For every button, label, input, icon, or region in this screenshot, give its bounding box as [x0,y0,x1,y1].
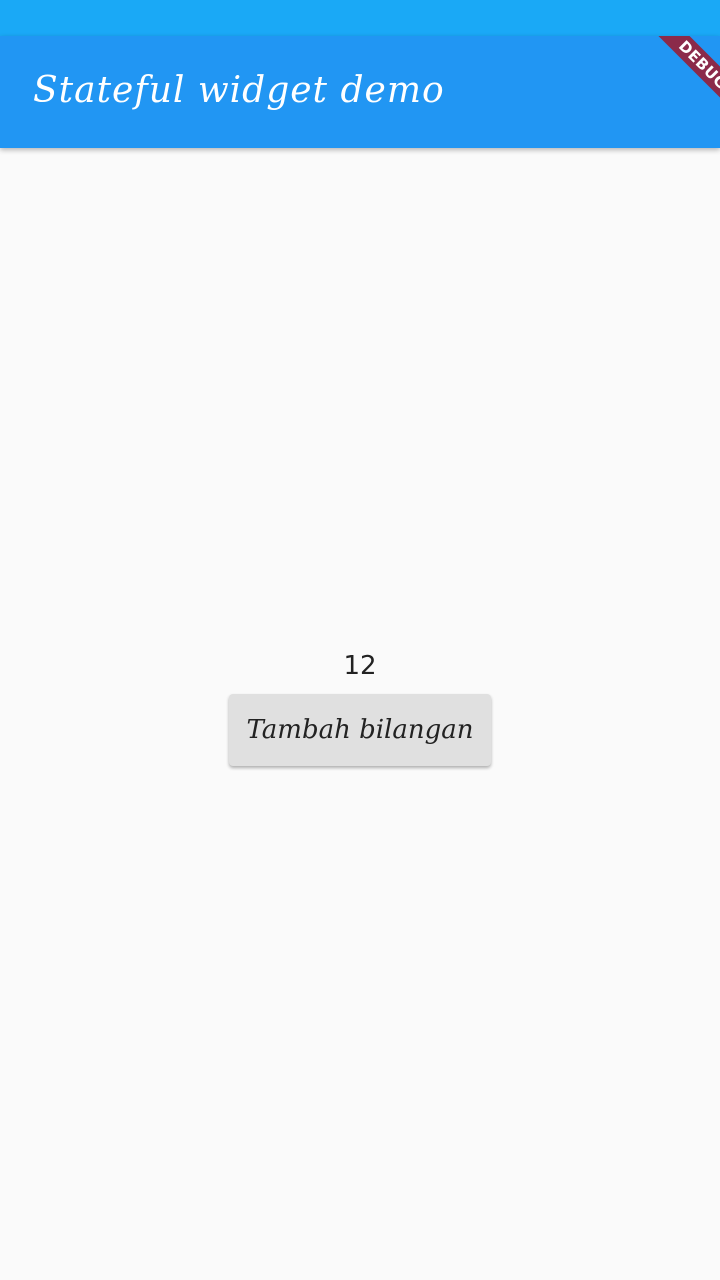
increment-button[interactable]: Tambah bilangan [229,694,491,766]
app-screen: Stateful widget demo DEBUG 12 Tambah bil… [0,0,720,1280]
counter-value: 12 [343,651,377,681]
app-bar: Stateful widget demo [0,36,720,148]
page-body: 12 Tambah bilangan [0,148,720,1280]
status-bar [0,0,720,36]
app-title: Stateful widget demo [33,70,445,111]
